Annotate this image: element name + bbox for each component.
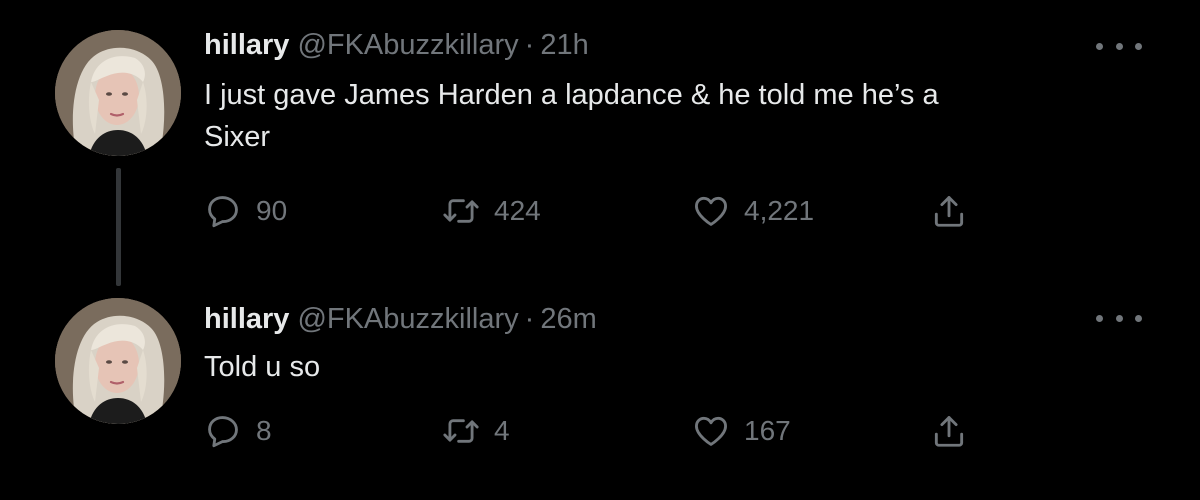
retweet-count: 4 [494, 415, 510, 446]
user-handle[interactable]: @FKAbuzzkillary [297, 303, 518, 335]
like-count: 4,221 [744, 195, 815, 226]
like-icon [692, 412, 730, 450]
display-name[interactable]: hillary [204, 303, 289, 335]
tweet-header: hillary @FKAbuzzkillary · 26m [204, 302, 597, 336]
user-handle[interactable]: @FKAbuzzkillary [297, 29, 518, 61]
like-button[interactable]: 167 [692, 410, 791, 452]
thread-line [116, 168, 121, 286]
display-name[interactable]: hillary [204, 29, 289, 61]
share-icon [930, 412, 968, 450]
tweet-text: Told u so [204, 351, 321, 383]
separator: · [524, 303, 535, 335]
action-bar: 8 4 167 [204, 410, 984, 452]
reply-icon [204, 192, 242, 230]
share-icon [930, 192, 968, 230]
retweet-button[interactable]: 4 [442, 410, 510, 452]
tweet[interactable]: hillary @FKAbuzzkillary · 21h I just gave J… [0, 0, 1200, 290]
share-button[interactable] [930, 410, 968, 452]
retweet-button[interactable]: 424 [442, 190, 541, 232]
retweet-icon [442, 192, 480, 230]
like-button[interactable]: 4,221 [692, 190, 814, 232]
retweet-icon [442, 412, 480, 450]
separator: · [524, 29, 535, 61]
action-bar: 90 424 4,221 [204, 190, 984, 232]
reply-icon [204, 412, 242, 450]
more-icon[interactable] [1096, 36, 1142, 56]
timestamp[interactable]: 21h [540, 29, 588, 61]
avatar-image [55, 30, 181, 156]
reply-count: 90 [256, 195, 288, 226]
tweet-header: hillary @FKAbuzzkillary · 21h [204, 28, 589, 62]
reply-count: 8 [256, 415, 272, 446]
avatar[interactable] [55, 30, 181, 156]
share-button[interactable] [930, 190, 968, 232]
timestamp[interactable]: 26m [540, 303, 596, 335]
avatar-image [55, 298, 181, 424]
like-count: 167 [744, 415, 791, 446]
like-icon [692, 192, 730, 230]
retweet-count: 424 [494, 195, 541, 226]
more-icon[interactable] [1096, 308, 1142, 328]
reply-button[interactable]: 8 [204, 410, 272, 452]
reply-button[interactable]: 90 [204, 190, 287, 232]
tweet-text: I just gave James Harden a lapdance & he… [204, 79, 939, 153]
tweet[interactable]: hillary @FKAbuzzkillary · 26m Told u so 8 4… [0, 290, 1200, 500]
avatar[interactable] [55, 298, 181, 424]
